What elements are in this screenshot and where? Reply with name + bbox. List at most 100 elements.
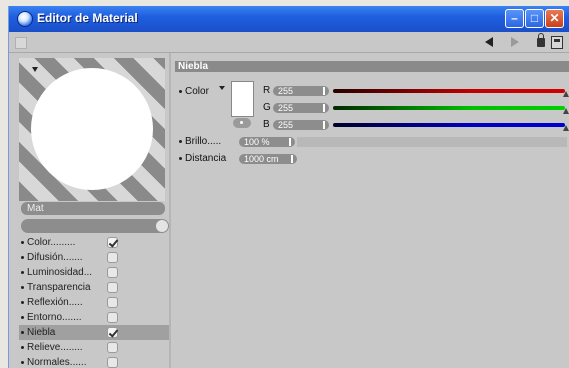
title-bar[interactable]: Editor de Material – □ ✕ [9, 6, 569, 32]
preview-menu-arrow-icon[interactable] [32, 67, 38, 72]
r-value: 255 [278, 86, 294, 96]
minimize-button[interactable]: – [505, 9, 524, 28]
spinner-icon[interactable] [323, 121, 325, 129]
color-label: Color [185, 86, 209, 97]
lock-icon[interactable] [537, 33, 545, 47]
brillo-dots: ..... [207, 136, 222, 147]
channel-checkbox[interactable] [107, 312, 118, 323]
brillo-label: Brillo [185, 136, 208, 147]
bullet-icon [21, 300, 24, 304]
spinner-icon[interactable] [289, 138, 291, 146]
bullet-icon [21, 345, 24, 349]
bullet-icon [21, 360, 24, 364]
slider-knob[interactable] [156, 220, 168, 232]
channel-luminosidad[interactable]: Luminosidad... [19, 265, 169, 280]
material-name-field[interactable]: Mat [21, 202, 165, 215]
material-editor-window: Editor de Material – □ ✕ Mat Color......… [8, 6, 569, 368]
r-value-field[interactable]: 255 [273, 86, 329, 96]
attributes-panel: Niebla Color R 255 G 255 B 255 Brillo...… [171, 53, 569, 368]
blue-slider-handle[interactable] [563, 125, 569, 131]
bullet-icon [21, 330, 24, 334]
green-slider-track[interactable] [333, 106, 565, 110]
green-slider-handle[interactable] [563, 108, 569, 114]
channel-label: Luminosidad [27, 267, 84, 278]
back-arrow-icon[interactable] [485, 37, 493, 47]
channel-label: Color [27, 237, 51, 248]
g-label: G [263, 102, 271, 113]
channel-checkbox[interactable] [107, 282, 118, 293]
channel-checkbox[interactable] [107, 327, 118, 338]
bullet-icon [179, 156, 182, 160]
brillo-value-field[interactable]: 100 % [239, 137, 295, 147]
channel-checkbox[interactable] [107, 237, 118, 248]
channel-dots: ... [83, 267, 93, 278]
distancia-label: Distancia [185, 153, 227, 164]
channel-label: Difusión [27, 252, 64, 263]
channel-transparencia[interactable]: Transparencia [19, 280, 169, 295]
channel-checkbox[interactable] [107, 342, 118, 353]
bullet-icon [21, 255, 24, 259]
channel-label: Entorno [27, 312, 63, 323]
channel-checkbox[interactable] [107, 297, 118, 308]
channel-label: Relieve [27, 342, 61, 353]
spinner-icon[interactable] [291, 155, 293, 163]
channel-checkbox[interactable] [107, 357, 118, 368]
spinner-icon[interactable] [323, 104, 325, 112]
g-value: 255 [278, 103, 294, 113]
material-preview[interactable] [19, 58, 165, 201]
channel-label: Normales [27, 357, 70, 368]
b-label: B [263, 119, 270, 130]
channel-niebla[interactable]: Niebla [19, 325, 169, 340]
b-value-field[interactable]: 255 [273, 120, 329, 130]
toolbar [9, 32, 569, 53]
distancia-value: 1000 cm [244, 154, 279, 164]
preview-sphere [31, 68, 153, 190]
channel-dots: ........ [60, 342, 83, 353]
color-swatch[interactable] [231, 81, 254, 117]
section-header: Niebla [175, 61, 569, 72]
channel-checkbox[interactable] [107, 267, 118, 278]
channel-label: Transparencia [27, 282, 91, 293]
channel-dots: ....... [63, 252, 83, 263]
color-picker-button[interactable] [233, 118, 251, 128]
channel-color[interactable]: Color......... [19, 235, 169, 250]
app-icon [17, 11, 33, 27]
maximize-button[interactable]: □ [525, 9, 544, 28]
r-label: R [263, 85, 271, 96]
channel-dots: ..... [68, 297, 83, 308]
channel-label: Niebla [27, 327, 56, 338]
bullet-icon [21, 315, 24, 319]
red-slider-handle[interactable] [563, 91, 569, 97]
bullet-icon [21, 240, 24, 244]
left-panel: Mat Color......... Difusión....... Lumin… [9, 53, 169, 368]
channel-reflexion[interactable]: Reflexión..... [19, 295, 169, 310]
color-menu-arrow-icon[interactable] [219, 86, 225, 90]
forward-arrow-icon[interactable] [511, 37, 519, 47]
grip-icon[interactable] [15, 37, 27, 49]
new-window-icon[interactable] [551, 36, 563, 49]
blue-slider-track[interactable] [333, 123, 565, 127]
preview-slider[interactable] [21, 219, 169, 233]
close-button[interactable]: ✕ [545, 9, 564, 28]
window-title: Editor de Material [37, 11, 138, 25]
channel-entorno[interactable]: Entorno....... [19, 310, 169, 325]
spinner-icon[interactable] [323, 87, 325, 95]
channel-relieve[interactable]: Relieve........ [19, 340, 169, 355]
brillo-value: 100 % [244, 137, 270, 147]
channel-dots: ...... [69, 357, 87, 368]
channel-normales[interactable]: Normales...... [19, 355, 169, 368]
bullet-icon [21, 285, 24, 289]
g-value-field[interactable]: 255 [273, 103, 329, 113]
channel-label: Reflexión [27, 297, 69, 308]
channel-list: Color......... Difusión....... Luminosid… [19, 235, 169, 368]
channel-dots: ......... [50, 237, 76, 248]
red-slider-track[interactable] [333, 89, 565, 93]
bullet-icon [179, 139, 182, 143]
channel-checkbox[interactable] [107, 252, 118, 263]
b-value: 255 [278, 120, 294, 130]
distancia-value-field[interactable]: 1000 cm [239, 154, 297, 164]
color-param: Color [179, 86, 209, 97]
brillo-slider-bar[interactable] [297, 137, 567, 147]
brillo-param: Brillo..... [179, 136, 221, 147]
channel-difusion[interactable]: Difusión....... [19, 250, 169, 265]
